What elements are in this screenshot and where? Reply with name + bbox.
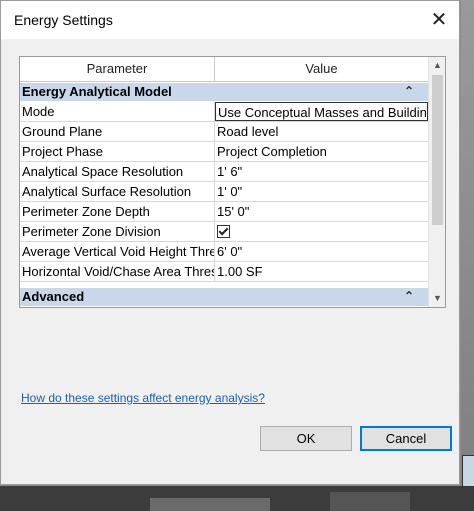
scroll-up-icon[interactable]: ▲ <box>429 57 445 74</box>
row-average-vertical-void-height[interactable]: Average Vertical Void Height Thres 6' 0" <box>20 242 428 262</box>
row-analytical-surface-resolution[interactable]: Analytical Surface Resolution 1' 0" <box>20 182 428 202</box>
category-energy-analytical-model[interactable]: Energy Analytical Model ⌃ <box>20 83 428 101</box>
horizontal-void-chase-area-value[interactable]: 1.00 SF <box>215 262 428 281</box>
row-perimeter-zone-division[interactable]: Perimeter Zone Division <box>20 222 428 242</box>
background-shape <box>150 498 270 511</box>
param-label: Mode <box>20 102 215 121</box>
param-label: Perimeter Zone Depth <box>20 202 215 221</box>
param-label: Analytical Surface Resolution <box>20 182 215 201</box>
scroll-thumb[interactable] <box>432 75 443 225</box>
row-mode[interactable]: Mode Use Conceptual Masses and Buildin <box>20 102 428 122</box>
background-view <box>461 0 474 511</box>
category-label: Energy Analytical Model <box>22 84 172 99</box>
row-project-phase[interactable]: Project Phase Project Completion <box>20 142 428 162</box>
analytical-space-resolution-value[interactable]: 1' 6" <box>215 162 428 181</box>
background-shape <box>462 455 474 487</box>
ok-button[interactable]: OK <box>260 426 352 451</box>
collapse-chevron-icon[interactable]: ⌃ <box>404 84 414 98</box>
perimeter-zone-division-checkbox[interactable] <box>217 225 230 238</box>
grid-header: Parameter Value <box>20 57 428 82</box>
background-shape <box>330 492 410 511</box>
row-ground-plane[interactable]: Ground Plane Road level <box>20 122 428 142</box>
collapse-chevron-icon[interactable]: ⌃ <box>404 289 414 303</box>
cancel-button[interactable]: Cancel <box>360 426 452 451</box>
perimeter-zone-division-value <box>215 222 428 241</box>
analytical-surface-resolution-value[interactable]: 1' 0" <box>215 182 428 201</box>
mode-value-field[interactable]: Use Conceptual Masses and Buildin <box>215 102 428 121</box>
column-header-parameter: Parameter <box>20 57 215 81</box>
dialog-title: Energy Settings <box>14 12 113 28</box>
row-analytical-space-resolution[interactable]: Analytical Space Resolution 1' 6" <box>20 162 428 182</box>
category-label: Advanced <box>22 289 85 304</box>
ground-plane-value[interactable]: Road level <box>215 122 428 141</box>
scroll-down-icon[interactable]: ▼ <box>429 290 445 307</box>
project-phase-value[interactable]: Project Completion <box>215 142 428 161</box>
vertical-scrollbar[interactable]: ▲ ▼ <box>428 57 445 307</box>
energy-analysis-help-link[interactable]: How do these settings affect energy anal… <box>21 391 265 405</box>
param-label: Perimeter Zone Division <box>20 222 215 241</box>
column-header-value: Value <box>215 57 428 81</box>
param-label: Project Phase <box>20 142 215 161</box>
properties-grid: Parameter Value Energy Analytical Model … <box>19 56 446 308</box>
title-bar: Energy Settings ✕ <box>1 1 459 39</box>
param-label: Ground Plane <box>20 122 215 141</box>
close-icon[interactable]: ✕ <box>425 6 453 34</box>
energy-settings-dialog: Energy Settings ✕ Parameter Value Energy… <box>0 0 460 485</box>
row-perimeter-zone-depth[interactable]: Perimeter Zone Depth 15' 0" <box>20 202 428 222</box>
average-vertical-void-height-value[interactable]: 6' 0" <box>215 242 428 261</box>
param-label: Average Vertical Void Height Thres <box>22 242 215 261</box>
row-horizontal-void-chase-area[interactable]: Horizontal Void/Chase Area Thresh 1.00 S… <box>20 262 428 282</box>
param-label: Horizontal Void/Chase Area Thresh <box>22 262 215 281</box>
param-label: Analytical Space Resolution <box>20 162 215 181</box>
perimeter-zone-depth-value[interactable]: 15' 0" <box>215 202 428 221</box>
category-advanced[interactable]: Advanced ⌃ <box>20 288 428 306</box>
